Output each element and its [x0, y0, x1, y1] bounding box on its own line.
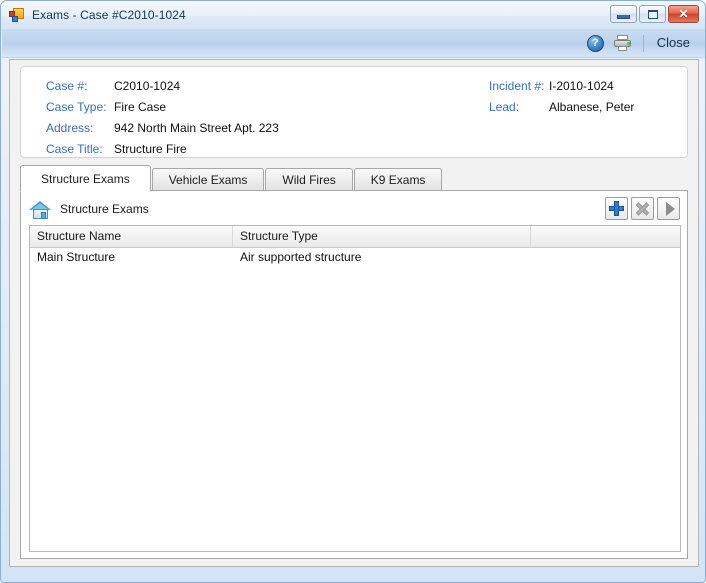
case-number-value: C2010-1024 [114, 79, 181, 93]
close-window-button[interactable]: ✕ [668, 5, 699, 23]
incident-number-value: I-2010-1024 [549, 79, 614, 93]
address-value: 942 North Main Street Apt. 223 [114, 121, 279, 135]
case-title-row: Case Title: Structure Fire [46, 142, 279, 163]
section-title: Structure Exams [60, 202, 149, 216]
cell-structure-name: Main Structure [37, 250, 116, 264]
case-type-label: Case Type: [46, 100, 107, 114]
case-info-panel: Case #: C2010-1024 Case Type: Fire Case … [20, 66, 688, 158]
case-title-value: Structure Fire [114, 142, 187, 156]
case-info-right-column: Incident #: I-2010-1024 Lead: Albanese, … [489, 79, 634, 121]
column-header-empty[interactable] [531, 226, 680, 247]
printer-icon [613, 35, 632, 51]
chevron-right-icon [665, 201, 675, 216]
tab-strip: Structure Exams Vehicle Exams Wild Fires… [20, 165, 443, 192]
case-title-label: Case Title: [46, 142, 103, 156]
window-title: Exams - Case #C2010-1024 [32, 8, 186, 22]
case-number-row: Case #: C2010-1024 [46, 79, 279, 100]
table-row[interactable]: Main Structure Air supported structure [30, 248, 680, 268]
minimize-icon [617, 14, 630, 19]
open-button[interactable] [657, 197, 680, 220]
house-icon [29, 199, 51, 219]
delete-button[interactable] [631, 197, 654, 220]
column-header-structure-type[interactable]: Structure Type [233, 226, 531, 247]
section-header: Structure Exams [29, 199, 149, 219]
case-info-left-column: Case #: C2010-1024 Case Type: Fire Case … [46, 79, 279, 163]
structure-exams-grid[interactable]: Structure Name Structure Type Main Struc… [29, 225, 681, 552]
minimize-button[interactable] [610, 5, 637, 23]
tab-vehicle-exams[interactable]: Vehicle Exams [151, 168, 265, 191]
window-toolbar: ? Close [2, 29, 705, 58]
lead-value: Albanese, Peter [549, 100, 635, 114]
address-row: Address: 942 North Main Street Apt. 223 [46, 121, 279, 142]
help-icon: ? [586, 34, 604, 52]
column-header-structure-name[interactable]: Structure Name [30, 226, 233, 247]
close-link[interactable]: Close [651, 33, 696, 53]
cell-structure-type: Air supported structure [240, 250, 362, 264]
client-area: Case #: C2010-1024 Case Type: Fire Case … [9, 59, 699, 567]
print-button[interactable] [613, 35, 632, 51]
case-type-value: Fire Case [114, 100, 167, 114]
maximize-button[interactable] [639, 5, 666, 23]
tab-control: Structure Exams Vehicle Exams Wild Fires… [20, 165, 688, 559]
lead-row: Lead: Albanese, Peter [489, 100, 634, 121]
case-type-row: Case Type: Fire Case [46, 100, 279, 121]
incident-number-label: Incident #: [489, 79, 545, 93]
lead-label: Lead: [489, 100, 520, 114]
grid-header-row: Structure Name Structure Type [30, 226, 680, 248]
address-label: Address: [46, 121, 94, 135]
grid-action-buttons [605, 197, 680, 220]
add-button[interactable] [605, 197, 628, 220]
application-window: Exams - Case #C2010-1024 ✕ ? Close Case … [0, 0, 706, 583]
maximize-icon [647, 9, 658, 19]
app-window-icon [9, 7, 25, 23]
window-controls: ✕ [610, 5, 699, 23]
case-number-label: Case #: [46, 79, 88, 93]
close-x-icon [635, 201, 650, 216]
incident-number-row: Incident #: I-2010-1024 [489, 79, 634, 100]
help-button[interactable]: ? [586, 34, 604, 52]
toolbar-separator [642, 34, 644, 52]
title-bar: Exams - Case #C2010-1024 [1, 1, 705, 29]
tab-structure-exams[interactable]: Structure Exams [20, 165, 151, 192]
tab-panel-structure-exams: Structure Exams Structure Name Structure… [20, 190, 688, 559]
cell-empty [531, 248, 680, 268]
tab-wild-fires[interactable]: Wild Fires [265, 168, 353, 191]
close-icon: ✕ [678, 7, 689, 21]
tab-k9-exams[interactable]: K9 Exams [353, 168, 443, 191]
